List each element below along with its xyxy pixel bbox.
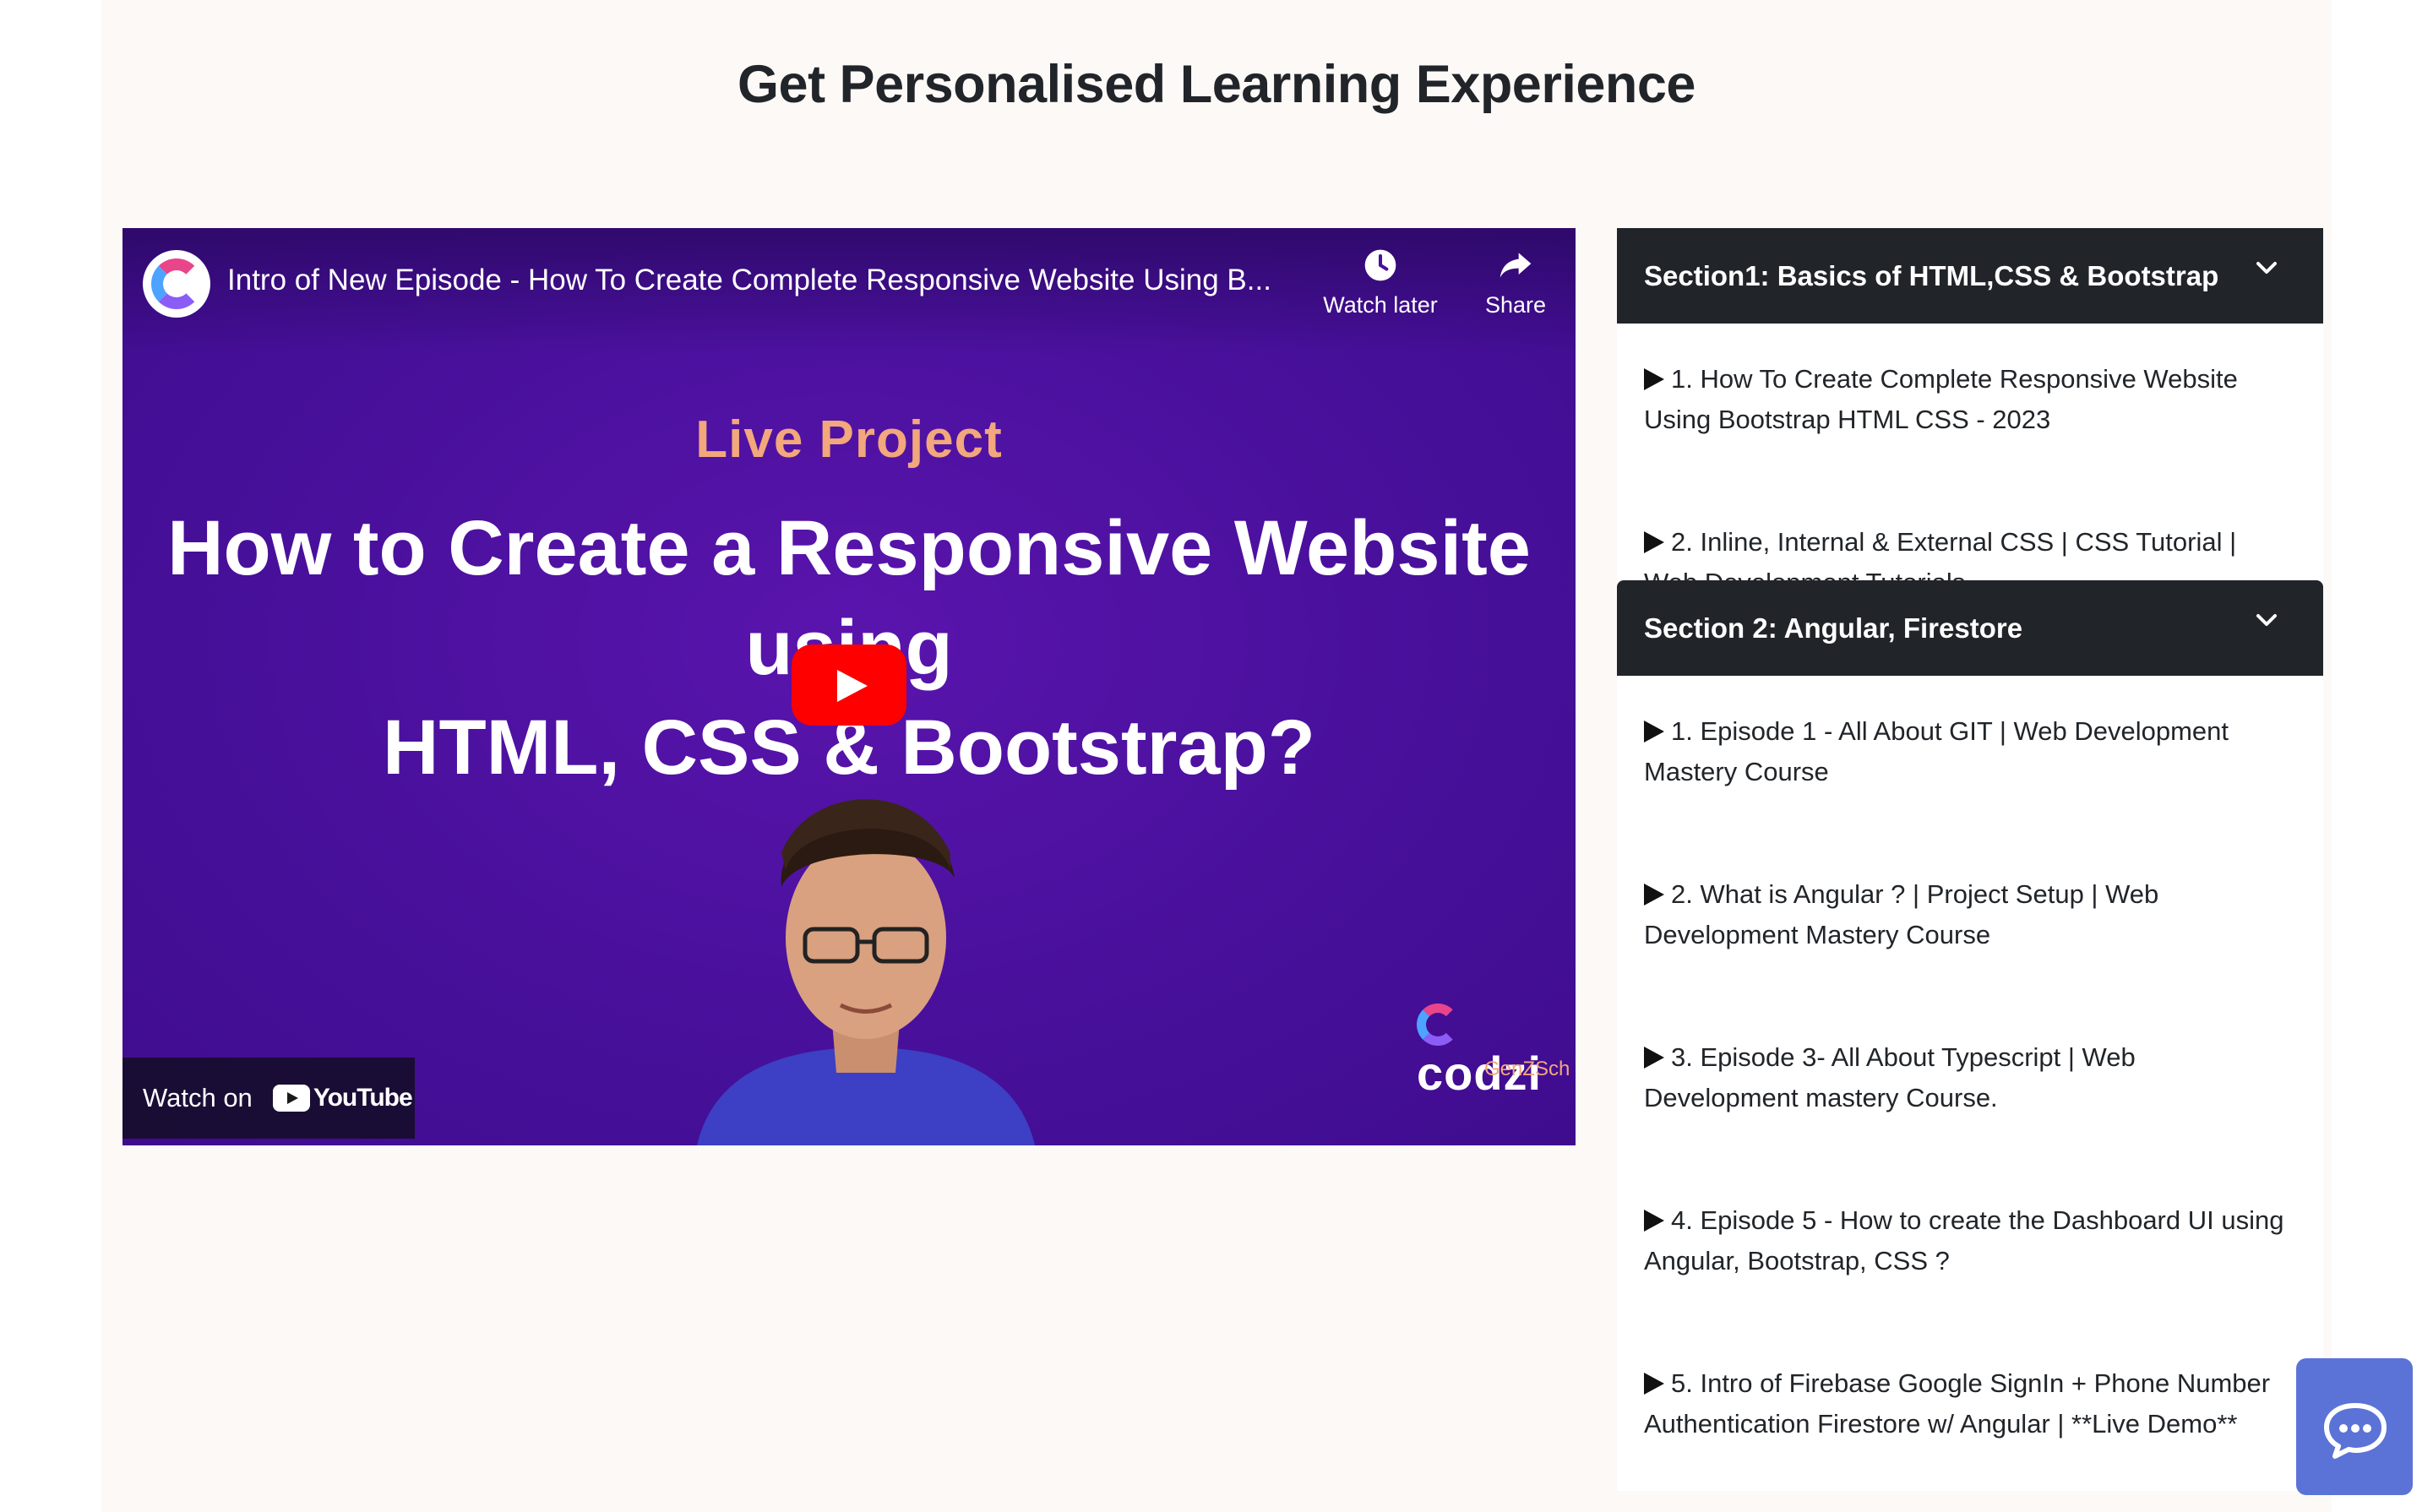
channel-avatar-icon[interactable]	[143, 250, 210, 318]
lesson-item[interactable]: 5. Intro of Firebase Google SignIn + Pho…	[1617, 1328, 2323, 1491]
lesson-item[interactable]: 1. Episode 1 - All About GIT | Web Devel…	[1617, 676, 2323, 839]
lesson-label: 1. How To Create Complete Responsive Web…	[1644, 364, 2238, 434]
lesson-label: 1. Episode 1 - All About GIT | Web Devel…	[1644, 716, 2229, 786]
youtube-wordmark: YouTube	[313, 1084, 413, 1112]
lesson-item[interactable]: 3. Episode 3- All About Typescript | Web…	[1617, 1002, 2323, 1165]
section-title: Section1: Basics of HTML,CSS & Bootstrap	[1644, 259, 2219, 291]
watch-on-label: Watch on	[143, 1083, 253, 1112]
watch-later-label: Watch later	[1323, 292, 1438, 318]
share-label: Share	[1484, 292, 1547, 318]
course-accordion: Section1: Basics of HTML,CSS & Bootstrap…	[1617, 228, 2323, 1491]
presenter-image	[697, 799, 1035, 1145]
section-2-header[interactable]: Section 2: Angular, Firestore	[1617, 580, 2323, 676]
play-triangle-icon	[1644, 1047, 1664, 1069]
play-triangle-icon	[1644, 721, 1664, 742]
lesson-item[interactable]: 4. Episode 5 - How to create the Dashboa…	[1617, 1165, 2323, 1328]
watch-later-button[interactable]: Watch later	[1300, 247, 1461, 318]
share-button[interactable]: Share	[1461, 247, 1570, 318]
play-triangle-icon	[1644, 1373, 1664, 1395]
chevron-down-icon	[2256, 614, 2277, 626]
lesson-item[interactable]: 2. What is Angular ? | Project Setup | W…	[1617, 839, 2323, 1002]
share-arrow-icon	[1500, 253, 1532, 278]
chat-bubble-icon	[2324, 1403, 2387, 1459]
brand-logo-icon	[1417, 1003, 1459, 1046]
youtube-play-icon	[272, 1085, 310, 1112]
section-title: Section 2: Angular, Firestore	[1644, 612, 2023, 644]
play-triangle-icon	[1644, 368, 1664, 390]
clock-icon	[1364, 249, 1396, 281]
video-player[interactable]: Live Project How to Create a Responsive …	[122, 228, 1576, 1145]
play-triangle-icon	[1644, 884, 1664, 906]
play-triangle-icon	[1644, 531, 1664, 553]
brand-subtitle: GenZSch	[1484, 1058, 1570, 1080]
lesson-label: 4. Episode 5 - How to create the Dashboa…	[1644, 1205, 2284, 1275]
play-button[interactable]	[792, 645, 906, 726]
video-title[interactable]: Intro of New Episode - How To Create Com…	[227, 264, 1410, 297]
lesson-label: 5. Intro of Firebase Google SignIn + Pho…	[1644, 1368, 2271, 1439]
thumbnail-subtitle: Live Project	[695, 411, 1003, 469]
chevron-down-icon	[2256, 262, 2277, 274]
section-1-header[interactable]: Section1: Basics of HTML,CSS & Bootstrap	[1617, 228, 2323, 324]
lesson-item[interactable]: 1. How To Create Complete Responsive Web…	[1617, 324, 2323, 487]
lesson-label: 2. What is Angular ? | Project Setup | W…	[1644, 879, 2159, 949]
watch-on-youtube-button[interactable]: Watch on YouTube	[122, 1058, 415, 1139]
play-triangle-icon	[1644, 1210, 1664, 1232]
youtube-logo: YouTube	[272, 1084, 413, 1112]
lesson-label: 3. Episode 3- All About Typescript | Web…	[1644, 1042, 2136, 1112]
page-title: Get Personalised Learning Experience	[738, 55, 1695, 114]
channel-watermark: codzi GenZSch	[1417, 1003, 1576, 1101]
section-2-body: 1. Episode 1 - All About GIT | Web Devel…	[1617, 676, 2323, 1491]
chat-widget-button[interactable]	[2296, 1358, 2413, 1495]
